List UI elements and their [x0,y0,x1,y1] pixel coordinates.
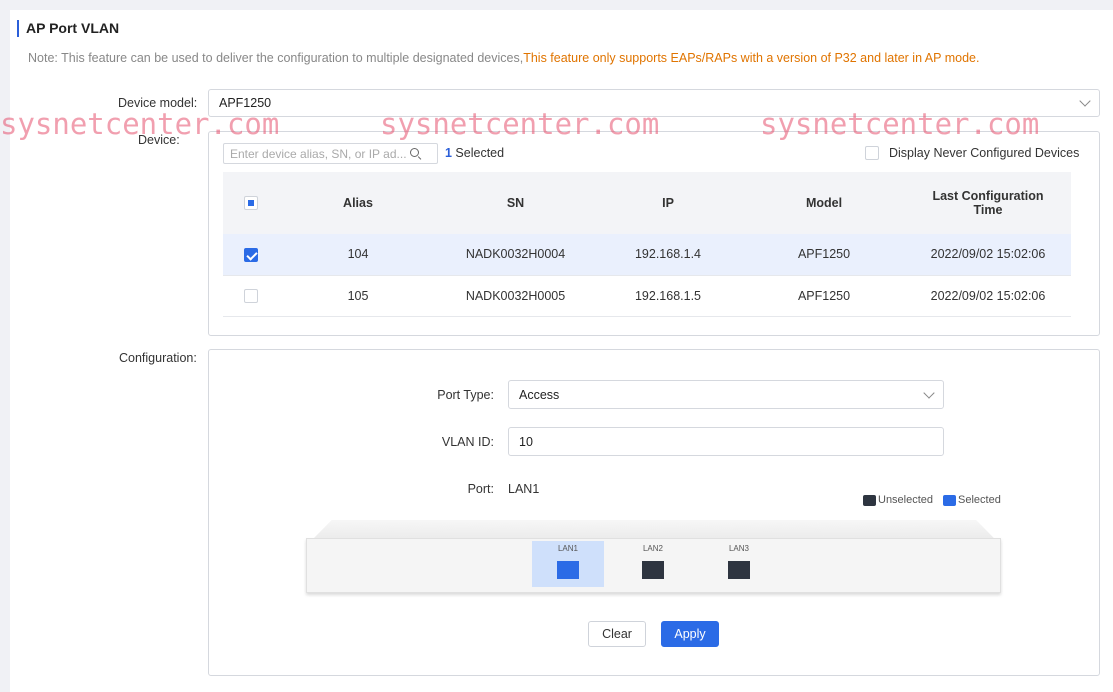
vlan-id-input[interactable] [508,427,944,456]
ethernet-port-icon [557,561,579,579]
configuration-label: Configuration: [119,351,197,365]
port-lan2[interactable]: LAN2 [617,541,689,587]
note-warning: This feature only supports EAPs/RAPs wit… [523,51,980,65]
legend-selected-label: Selected [958,494,1001,506]
row-checkbox[interactable] [243,288,258,303]
device-model-label: Device model: [118,96,198,110]
selected-count-number: 1 [445,146,452,160]
col-last-config-line1: Last Configuration [932,189,1044,203]
selected-count: 1 Selected [445,146,504,160]
cell-ip: 192.168.1.4 [593,234,743,276]
ethernet-port-icon [728,561,750,579]
chevron-down-icon [923,386,935,399]
cell-model: APF1250 [743,275,905,317]
never-configured-label: Display Never Configured Devices [889,146,1080,160]
legend-selected: Selected [943,494,1001,506]
note-text: Note: This feature can be used to delive… [28,51,524,65]
port-selected-swatch-icon [943,494,956,506]
page-title: AP Port VLAN [17,20,119,37]
selected-count-text: Selected [451,146,505,160]
row-select-cell [223,234,278,276]
port-label-text: Port [467,482,491,496]
ethernet-port-icon [642,561,664,579]
port-lan3[interactable]: LAN3 [703,541,775,587]
port-lan1-label: LAN1 [557,544,578,553]
select-all-checkbox[interactable] [243,196,258,211]
legend-unselected: Unselected [863,494,933,506]
row-select-cell [223,275,278,317]
port-type-value: Access [519,387,560,402]
vlan-id-label: VLAN ID: [441,435,494,449]
cell-sn: NADK0032H0005 [438,275,593,317]
col-ip[interactable]: IP [593,172,743,234]
cell-alias: 105 [278,275,438,317]
port-label: Port: [467,482,494,496]
col-last-config[interactable]: Last Configuration Time [905,172,1071,234]
feature-note: Note: This feature can be used to delive… [28,51,979,65]
chevron-down-icon [1079,95,1091,107]
search-icon[interactable] [410,147,422,160]
row-checkbox[interactable] [243,247,258,262]
table-header: Alias SN IP Model Last Configuration Time [223,172,1071,234]
table-row[interactable]: 105 NADK0032H0005 192.168.1.5 APF1250 20… [223,275,1071,317]
cell-ip: 192.168.1.5 [593,275,743,317]
port-lan2-label: LAN2 [642,544,663,553]
never-configured-toggle[interactable]: Display Never Configured Devices [865,146,1079,160]
device-search[interactable] [223,143,438,164]
col-model[interactable]: Model [743,172,905,234]
port-unselected-swatch-icon [863,494,876,506]
col-alias[interactable]: Alias [278,172,438,234]
port-type-label-text: Port Type [437,388,491,402]
device-label: Device: [138,133,180,147]
apply-button[interactable]: Apply [661,621,719,647]
cell-model: APF1250 [743,234,905,276]
vlan-id-label-text: VLAN ID [441,435,491,449]
port-type-label: Port Type: [437,388,494,402]
ap-device-top [314,520,994,538]
clear-button[interactable]: Clear [588,621,646,647]
cell-alias: 104 [278,234,438,276]
port-lan1[interactable]: LAN1 [532,541,604,587]
table-row[interactable]: 104 NADK0032H0004 192.168.1.4 APF1250 20… [223,234,1071,276]
never-configured-checkbox[interactable] [865,146,879,160]
port-type-select[interactable]: Access [508,380,944,409]
col-last-config-line2: Time [973,203,1003,217]
legend-unselected-label: Unselected [878,494,934,506]
port-lan3-label: LAN3 [728,544,749,553]
device-search-input[interactable] [230,146,410,161]
cell-time: 2022/09/02 15:02:06 [905,234,1071,276]
cell-time: 2022/09/02 15:02:06 [905,275,1071,317]
select-all-cell [223,172,278,234]
device-model-value: APF1250 [219,96,272,110]
device-model-select[interactable]: APF1250 [208,89,1100,117]
device-table: Alias SN IP Model Last Configuration Time… [223,172,1071,317]
cell-sn: NADK0032H0004 [438,234,593,276]
port-value: LAN1 [508,482,540,496]
col-sn[interactable]: SN [438,172,593,234]
